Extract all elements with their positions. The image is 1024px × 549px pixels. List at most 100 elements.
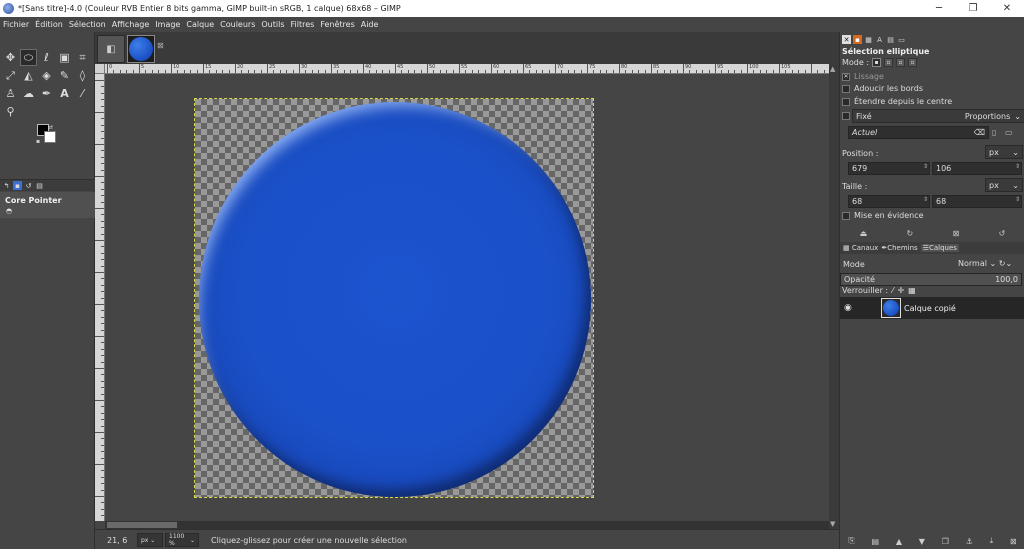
free-select-icon[interactable]: ℓ <box>38 49 55 66</box>
position-x-field[interactable]: 679 ⇕ <box>848 162 930 175</box>
close-tab-icon[interactable]: ⊠ <box>157 41 164 50</box>
text-icon[interactable]: A <box>56 85 73 102</box>
mode-subtract-icon[interactable]: ▫ <box>896 58 906 67</box>
tool-options-tab-icon[interactable]: ✕ <box>842 35 851 44</box>
antialias-checkbox[interactable]: ✕ <box>842 72 850 81</box>
minimize-button[interactable]: ─ <box>922 0 956 17</box>
gradients-tab-icon[interactable]: ▤ <box>886 35 895 44</box>
tab-channels[interactable]: ▦ Canaux <box>843 244 878 252</box>
position-y-field[interactable]: 106 ⇕ <box>932 162 1022 175</box>
vertical-scrollbar[interactable]: ▲ ▼ <box>829 64 839 529</box>
height-field[interactable]: 68 ⇕ <box>932 195 1022 208</box>
horizontal-scrollbar[interactable] <box>105 521 829 529</box>
clear-icon[interactable]: ⌫ <box>974 128 985 137</box>
horizontal-ruler[interactable]: 0 5 10 15 20 25 30 35 40 45 50 55 60 65 70 75 80 85 90 95 10… <box>105 64 829 74</box>
mode-add-icon[interactable]: ▫ <box>884 58 894 67</box>
delete-options-icon[interactable]: ⊠ <box>953 229 960 238</box>
merge-layer-icon[interactable]: ⤓ <box>990 536 994 546</box>
tab-paths[interactable]: ✒Chemins <box>881 244 917 252</box>
menu-calque[interactable]: Calque <box>186 20 214 29</box>
ellipse-select-icon[interactable]: ⬭ <box>20 49 37 66</box>
zoom-icon[interactable]: ⚲ <box>2 103 19 120</box>
save-options-icon[interactable]: ⏏ <box>860 229 868 238</box>
visibility-eye-icon[interactable]: ◉ <box>844 303 852 313</box>
unit-select[interactable]: px ⌄ <box>137 533 163 547</box>
position-unit-select[interactable]: px ⌄ <box>985 145 1023 159</box>
menu-aide[interactable]: Aide <box>361 20 379 29</box>
paintbrush-icon[interactable]: ✎ <box>56 67 73 84</box>
image-tab-thumbnail-2[interactable] <box>127 35 155 63</box>
mode-replace-icon[interactable]: ▪ <box>872 58 882 67</box>
duplicate-layer-icon[interactable]: ❐ <box>942 537 949 546</box>
restore-options-icon[interactable]: ↻ <box>907 229 914 238</box>
color-picker-icon[interactable]: ⁄ <box>74 85 91 102</box>
close-button[interactable]: ✕ <box>990 0 1024 17</box>
scroll-up-icon[interactable]: ▲ <box>830 65 835 73</box>
mode-intersect-icon[interactable]: ▫ <box>908 58 918 67</box>
menu-selection[interactable]: Sélection <box>69 20 106 29</box>
fixed-checkbox[interactable] <box>842 112 850 120</box>
pointer-tab-icon[interactable]: ↰ <box>2 181 11 190</box>
width-field[interactable]: 68 ⇕ <box>848 195 930 208</box>
delete-layer-icon[interactable]: ⊠ <box>1010 537 1017 546</box>
bucket-fill-icon[interactable]: ◈ <box>38 67 55 84</box>
lower-layer-icon[interactable]: ▼ <box>919 537 925 546</box>
tab-layers[interactable]: ☰Calques <box>920 244 959 252</box>
menu-fichier[interactable]: Fichier <box>3 20 29 29</box>
background-color-swatch[interactable] <box>44 131 56 143</box>
image-tab-thumbnail-1[interactable]: ◧ <box>97 35 125 63</box>
menu-image[interactable]: Image <box>155 20 180 29</box>
foreground-select-icon[interactable]: ▣ <box>56 49 73 66</box>
anchor-layer-icon[interactable]: ⚓ <box>966 537 973 546</box>
image-tabs-strip: ◧ ⊠ <box>95 32 839 64</box>
lock-alpha-icon[interactable]: ▦ <box>908 286 916 295</box>
menu-affichage[interactable]: Affichage <box>112 20 150 29</box>
highlight-checkbox[interactable] <box>842 211 850 220</box>
device-status-tab-icon[interactable]: ▪ <box>13 181 22 190</box>
canvas-area[interactable] <box>105 74 829 521</box>
image-layer[interactable] <box>194 98 594 498</box>
swap-colors-icon[interactable]: ⇄ <box>48 124 53 131</box>
layer-row[interactable]: ◉ Calque copié <box>840 297 1024 319</box>
scroll-down-icon[interactable]: ▼ <box>830 520 835 528</box>
eraser-icon[interactable]: ◊ <box>74 67 91 84</box>
zoom-select[interactable]: 1100 % ⌄ <box>165 533 199 547</box>
menu-outils[interactable]: Outils <box>261 20 284 29</box>
menu-fenetres[interactable]: Fenêtres <box>320 20 354 29</box>
images-tab-icon[interactable]: ▤ <box>35 181 44 190</box>
crop-icon[interactable]: ⌗ <box>74 49 91 66</box>
new-layer-group-icon[interactable]: ⎘ <box>848 536 854 546</box>
portrait-icon[interactable]: ▯ <box>992 128 996 137</box>
smudge-icon[interactable]: ☁ <box>20 85 37 102</box>
raise-layer-icon[interactable]: ▲ <box>896 537 902 546</box>
layer-mode-select[interactable]: Normal ⌄ ↻⌄ <box>958 259 1012 268</box>
patterns-tab-icon[interactable]: ▦ <box>864 35 873 44</box>
menu-couleurs[interactable]: Couleurs <box>220 20 255 29</box>
maximize-button[interactable]: ❐ <box>956 0 990 17</box>
expand-center-checkbox[interactable] <box>842 97 850 106</box>
current-ratio-field[interactable]: Actuel ⌫ <box>848 126 989 139</box>
path-icon[interactable]: ✒ <box>38 85 55 102</box>
default-colors-icon[interactable]: ▪ <box>36 138 40 145</box>
warp-transform-icon[interactable]: ◭ <box>20 67 37 84</box>
fixed-mode-select[interactable]: Fixé Proportions ⌄ <box>852 109 1024 123</box>
menu-filtres[interactable]: Filtres <box>291 20 315 29</box>
landscape-icon[interactable]: ▭ <box>1005 128 1013 137</box>
brushes-tab-icon[interactable]: ▪ <box>853 35 862 44</box>
undo-history-tab-icon[interactable]: ↺ <box>24 181 33 190</box>
clone-icon[interactable]: ♙ <box>2 85 19 102</box>
reset-options-icon[interactable]: ↺ <box>999 229 1006 238</box>
opacity-slider[interactable]: Opacité 100,0 <box>840 273 1022 286</box>
menu-edition[interactable]: Édition <box>35 20 63 29</box>
layer-name[interactable]: Calque copié <box>904 304 956 313</box>
new-layer-icon[interactable]: ▤ <box>872 537 880 546</box>
lock-pixels-icon[interactable]: ⁄ <box>892 286 893 295</box>
unified-transform-icon[interactable]: ⤢ <box>2 67 19 84</box>
document-history-tab-icon[interactable]: ▭ <box>897 35 906 44</box>
move-icon[interactable]: ✥ <box>2 49 19 66</box>
feather-checkbox[interactable] <box>842 84 850 93</box>
lock-position-icon[interactable]: ✛ <box>897 286 904 295</box>
fonts-tab-icon[interactable]: A <box>875 35 884 44</box>
vertical-ruler[interactable] <box>95 74 105 521</box>
size-unit-select[interactable]: px ⌄ <box>985 178 1023 192</box>
